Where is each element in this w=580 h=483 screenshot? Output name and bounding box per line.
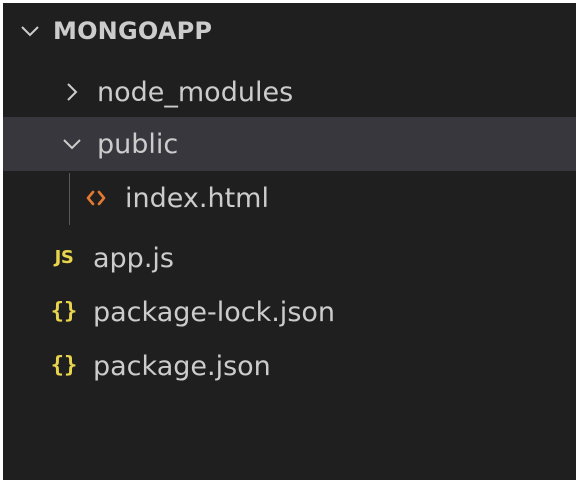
tree-item-label: package.json [93, 350, 271, 382]
json-file-icon: {} [50, 299, 78, 324]
tree-item-public[interactable]: public [3, 117, 576, 171]
tree-item-index-html[interactable]: index.html [3, 171, 576, 225]
explorer-root-header[interactable]: MONGOAPP [3, 3, 576, 59]
tree-item-label: package-lock.json [93, 296, 336, 328]
tree-item-label: index.html [125, 182, 269, 214]
json-file-icon: {} [50, 353, 78, 378]
chevron-right-icon[interactable] [59, 79, 85, 105]
tree-item-label: app.js [93, 242, 174, 274]
chevron-down-icon[interactable] [59, 131, 85, 157]
tree-item-package-lock-json[interactable]: {} package-lock.json [3, 285, 576, 339]
html-file-icon [79, 183, 113, 213]
javascript-file-icon: JS [54, 247, 74, 268]
tree-item-package-json[interactable]: {} package.json [3, 339, 576, 393]
chevron-down-icon[interactable] [17, 18, 43, 44]
tree-item-node-modules[interactable]: node_modules [3, 65, 576, 119]
tree-item-label: node_modules [97, 76, 294, 108]
tree-item-app-js[interactable]: JS app.js [3, 231, 576, 285]
file-explorer: MONGOAPP node_modules public index.html [3, 3, 576, 480]
tree-item-label: public [97, 128, 179, 160]
root-folder-label: MONGOAPP [53, 17, 213, 45]
